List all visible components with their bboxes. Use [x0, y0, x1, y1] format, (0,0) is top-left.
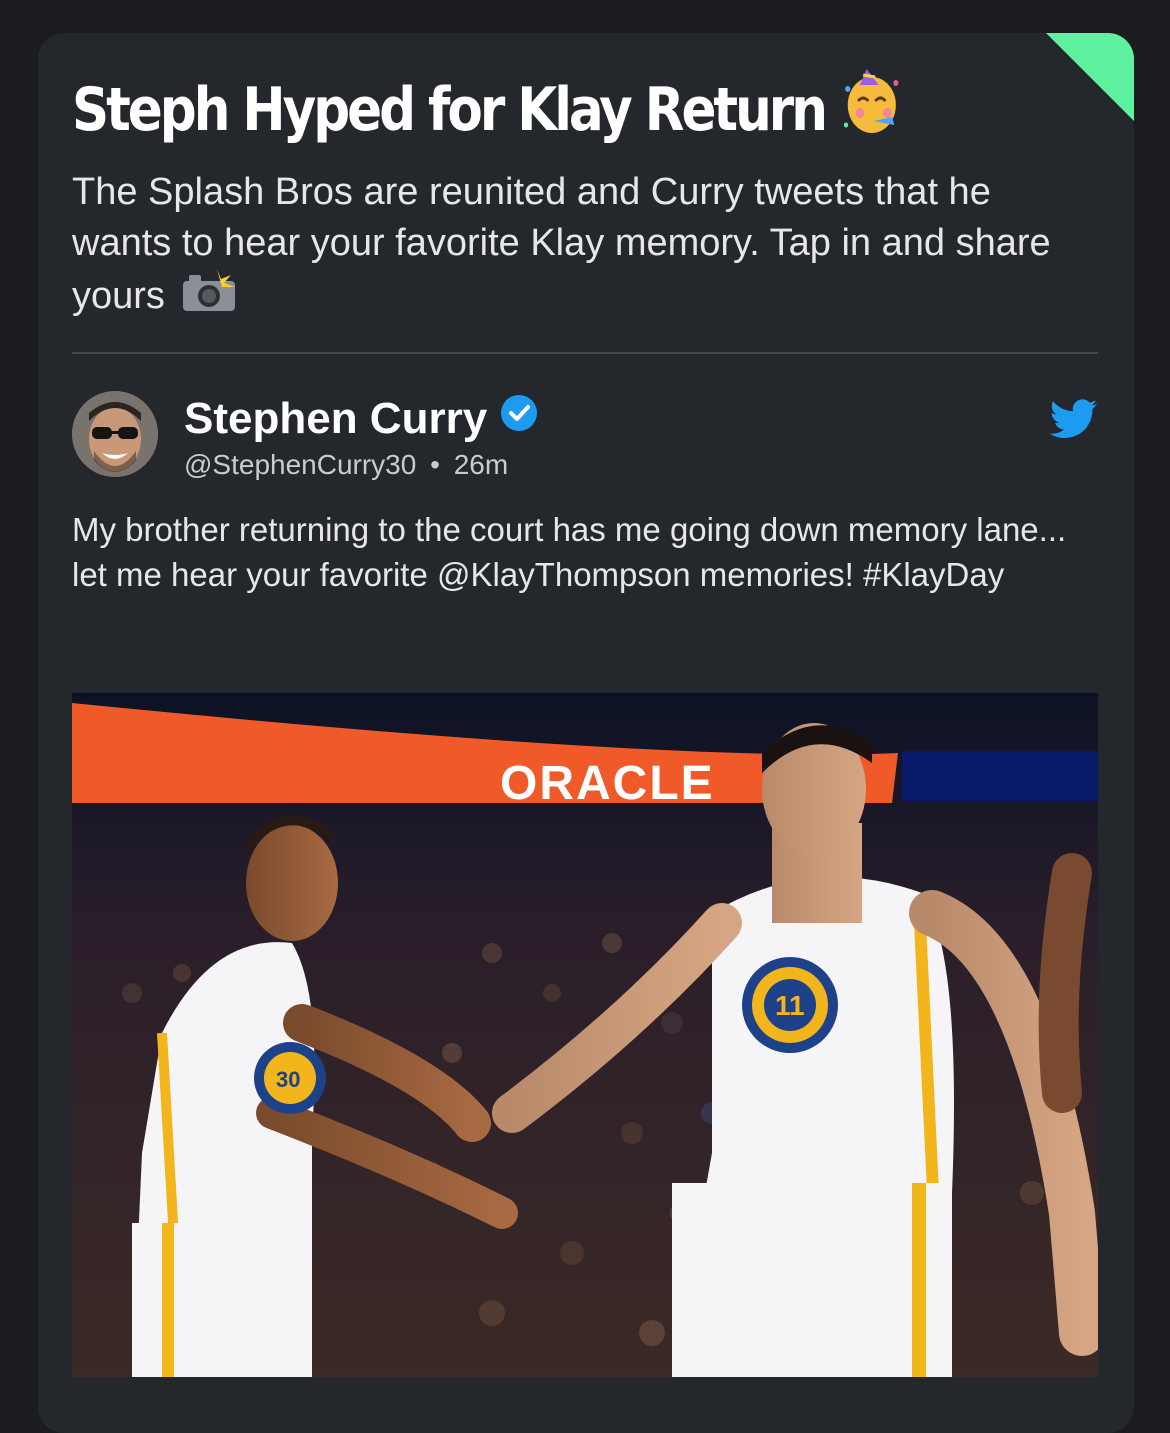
tweet-photo[interactable]: ORACLE 30 11 — [72, 693, 1098, 1377]
corner-accent — [1046, 33, 1134, 121]
author-handle[interactable]: @StephenCurry30 — [184, 449, 416, 480]
tweet-author: Stephen Curry @StephenCurry30 • 26m — [184, 391, 539, 481]
camera-flash-icon — [181, 269, 237, 327]
jersey-number-right: 11 — [775, 990, 805, 1021]
tweet-meta: @StephenCurry30 • 26m — [184, 449, 539, 481]
verified-badge-icon — [499, 391, 539, 447]
tweet-text-end: memories! #KlayDay — [690, 556, 1005, 593]
partying-face-icon — [840, 65, 902, 155]
summary-text: The Splash Bros are reunited and Curry t… — [72, 167, 1082, 327]
divider — [72, 352, 1098, 354]
avatar[interactable] — [72, 391, 158, 477]
twitter-bird-icon[interactable] — [1049, 399, 1098, 444]
headline-text: Steph Hyped for Klay Return — [72, 75, 828, 145]
jersey-number-left: 30 — [276, 1067, 300, 1092]
oracle-banner-text: ORACLE — [500, 757, 715, 810]
tweet-time: 26m — [453, 449, 509, 480]
author-name[interactable]: Stephen Curry — [184, 391, 487, 447]
meta-separator: • — [430, 449, 440, 480]
tweet-body: My brother returning to the court has me… — [72, 507, 1082, 597]
headline: Steph Hyped for Klay Return — [72, 65, 899, 155]
mention-link[interactable]: @KlayThompson — [437, 556, 691, 593]
story-card[interactable]: Steph Hyped for Klay Return The Splash B… — [38, 33, 1134, 1433]
